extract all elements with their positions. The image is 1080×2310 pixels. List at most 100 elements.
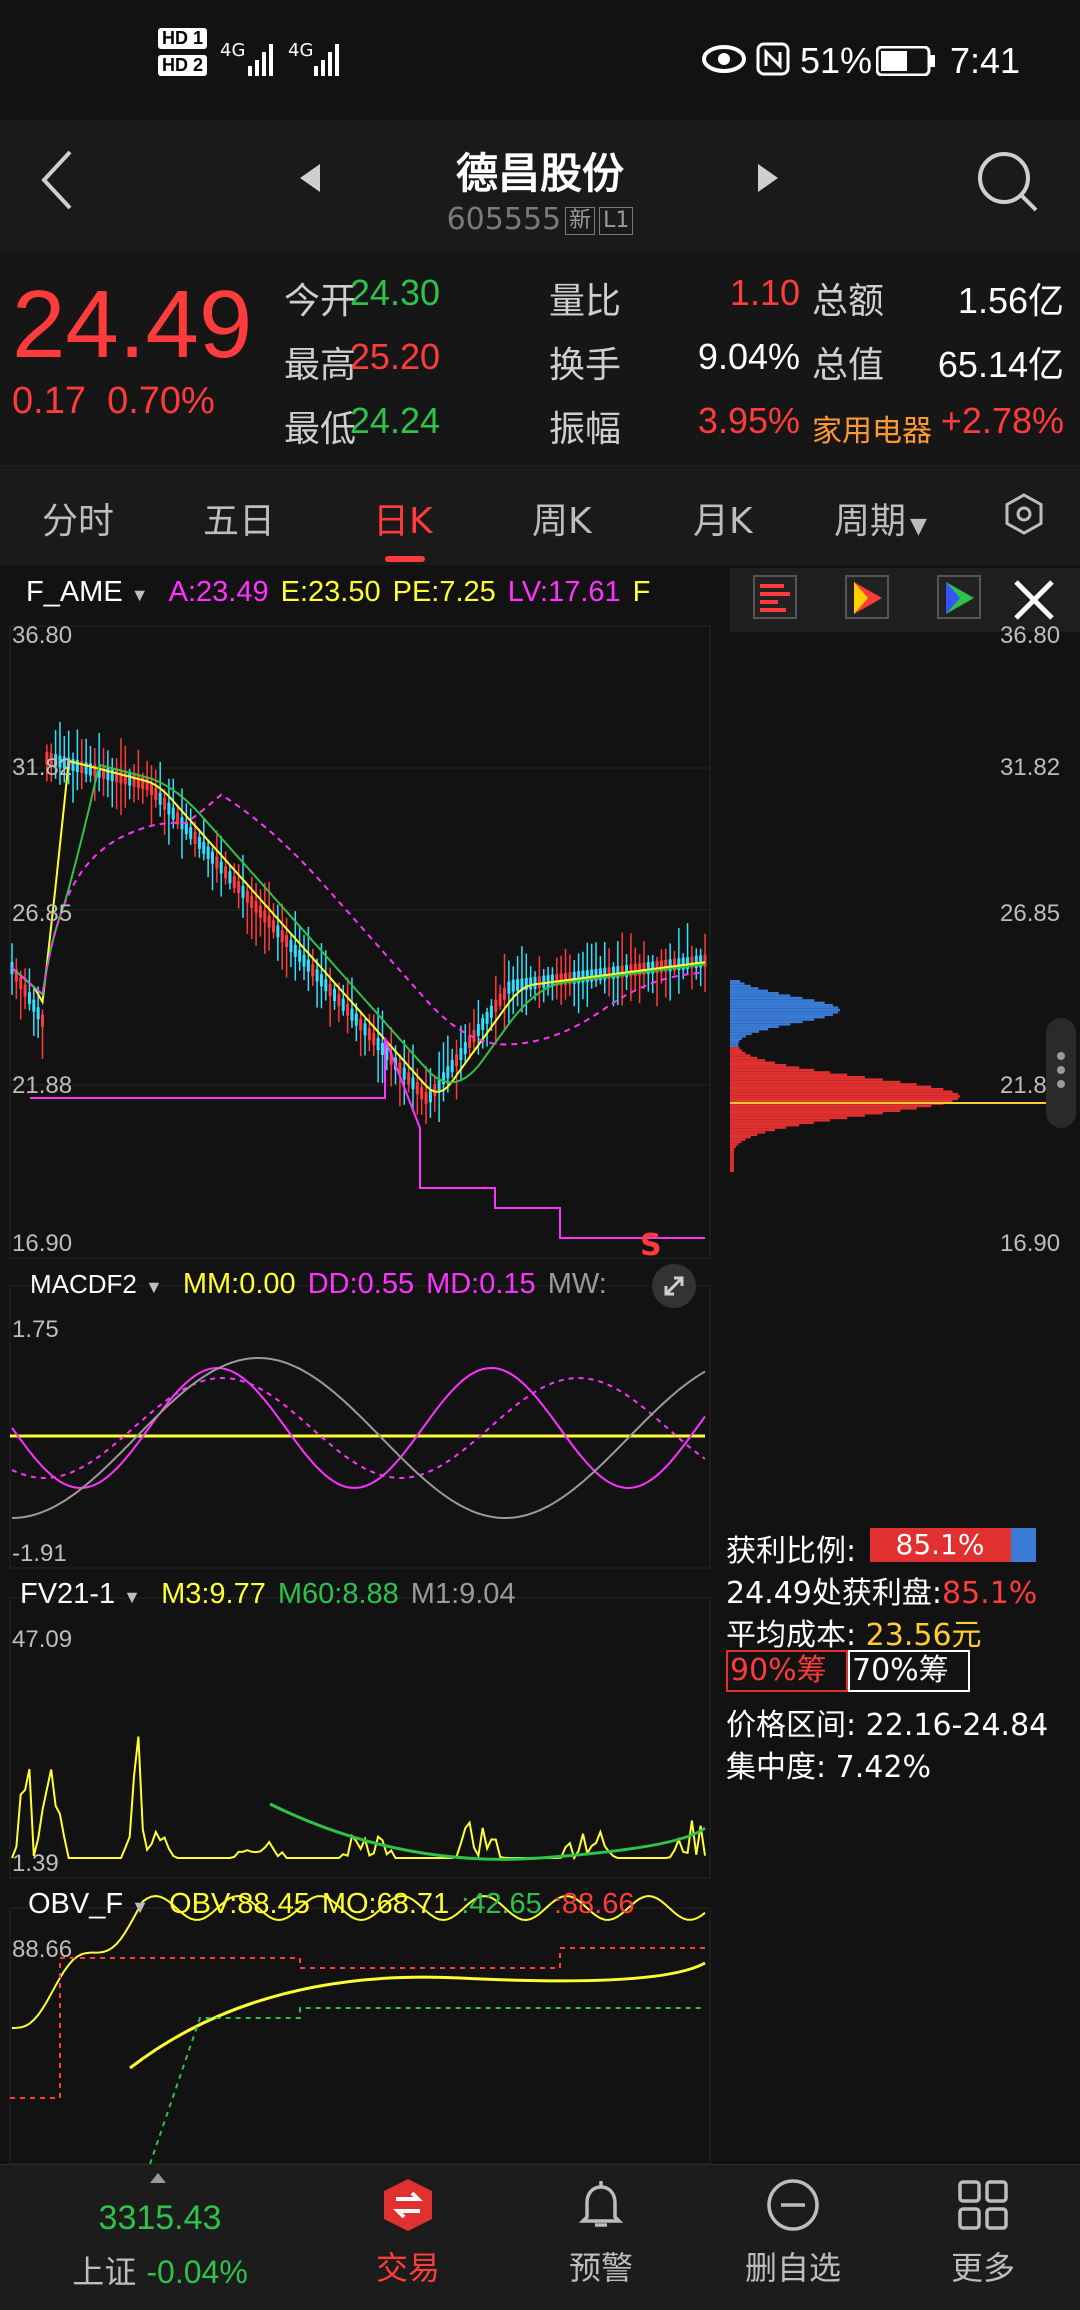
chip-70-button[interactable]: 70%筹 [848, 1650, 970, 1692]
obv-green-line [149, 2007, 705, 2164]
fv-y-tick: 1.39 [12, 1850, 59, 1877]
chip-bar [730, 1061, 775, 1064]
candle-body [272, 920, 276, 933]
quote-grid: 今开 24.30 量比 1.10 总额 1.56亿 最高 25.20 换手 9.04% 总值 65.1… [0, 250, 1080, 465]
candle-body [267, 915, 271, 928]
chip-bar [730, 982, 745, 985]
chip-bar [730, 1169, 734, 1172]
chip-y-tick: 16.90 [1000, 1230, 1061, 1257]
chip-90-button[interactable]: 90%筹 [726, 1650, 848, 1692]
indicator-param: :88.66 [553, 1888, 635, 1920]
chip-bar [730, 1047, 740, 1050]
candle-body [189, 827, 193, 840]
candle-body [115, 770, 119, 783]
candle-body [232, 876, 236, 889]
chip-green-flag-icon[interactable] [936, 574, 982, 620]
settings-hexagon-icon[interactable] [1002, 492, 1046, 536]
ma-line-mid [11, 763, 706, 1084]
quote-value: 24.30 [349, 272, 440, 313]
chip-bar [730, 1056, 758, 1060]
candle-body [280, 930, 284, 943]
battery-percent: 51% [800, 40, 873, 81]
main-indicator-header[interactable]: F_AME ▼ A:23.49 E:23.50 PE:7.25 LV:17.61 F [26, 576, 650, 609]
chip-bar [730, 1116, 848, 1120]
candle-body [93, 764, 97, 777]
active-tab-indicator [385, 556, 425, 562]
chip-bar [730, 1052, 746, 1055]
chip-bar [730, 1092, 959, 1096]
candle-body [481, 1017, 485, 1030]
candle-body [237, 881, 241, 894]
concentration-value: 7.42% [835, 1750, 931, 1785]
chip-bar [730, 1030, 760, 1033]
network-label-2: 4G [288, 40, 314, 61]
concentration-row: 集中度: 7.42% [726, 1742, 931, 1786]
candle-body [102, 766, 106, 779]
tab-weekly-k[interactable]: 周K [532, 492, 592, 544]
candle-body [324, 979, 328, 992]
candle-body [132, 774, 136, 787]
bottom-nav: 3315.43 上证 -0.04% 交易 预警 删自选 更多 [0, 2164, 1080, 2310]
chip-bar [730, 1025, 779, 1028]
candle-body [516, 979, 520, 992]
candle-body [376, 1038, 380, 1051]
fv-indicator-header[interactable]: FV21-1 ▼ M3:9.77 M60:8.88 M1:9.04 [20, 1578, 516, 1611]
chip-bar [730, 1162, 734, 1165]
close-icon[interactable] [1010, 576, 1058, 624]
hd1-badge: HD 1 [158, 28, 208, 49]
candle-body [463, 1042, 467, 1055]
expand-up-icon[interactable] [148, 2171, 168, 2185]
tab-five-day[interactable]: 五日 [203, 492, 275, 544]
obv-indicator-header[interactable]: OBV_F ▼ OBV:88.45 MO:68.71:42.65:88.66 [28, 1888, 634, 1921]
stock-code: 605555 [446, 202, 562, 237]
candle-body [19, 977, 23, 990]
macd-indicator-header[interactable]: MACDF2 ▼ MM:0.00 DD:0.55 MD:0.15 MW: [30, 1268, 607, 1301]
index-line[interactable]: 上证 -0.04% [40, 2247, 280, 2293]
chip-bar [730, 987, 759, 990]
search-icon[interactable] [976, 150, 1040, 214]
chip-bar [730, 1044, 739, 1048]
candle-body [341, 998, 345, 1011]
tab-monthly-k[interactable]: 月K [693, 492, 753, 544]
chip-list-icon[interactable] [752, 574, 798, 620]
candle-body [171, 807, 175, 820]
indicator-charts[interactable] [0, 568, 720, 2164]
candle-body [476, 1023, 480, 1036]
chevron-down-icon: ▼ [131, 1897, 149, 1917]
nav-alert[interactable]: 预警 [536, 2177, 666, 2289]
tab-daily-k[interactable]: 日K [373, 492, 433, 544]
candle-body [311, 964, 315, 977]
indicator-param: DD:0.55 [307, 1268, 415, 1300]
macd-md-line [11, 1376, 706, 1480]
tab-intraday[interactable]: 分时 [42, 492, 114, 544]
candle-body [350, 1008, 354, 1021]
chevron-down-icon: ▼ [123, 1587, 141, 1607]
tab-period[interactable]: 周期 ▼ [834, 492, 927, 544]
next-stock-icon[interactable] [756, 162, 780, 194]
nav-trade[interactable]: 交易 [343, 2177, 473, 2289]
candle-body [250, 895, 254, 908]
candle-body [254, 900, 258, 913]
macd-y-tick: 1.75 [12, 1316, 59, 1343]
chip-red-flag-icon[interactable] [844, 574, 890, 620]
chip-bar [730, 1020, 803, 1024]
candle-body [380, 1042, 384, 1055]
nav-more[interactable]: 更多 [918, 2177, 1048, 2289]
candle-body [298, 949, 302, 962]
ma-line-short [11, 759, 706, 1093]
side-drawer-handle[interactable] [1046, 1018, 1076, 1128]
macd-indicator-params: MM:0.00 DD:0.55 MD:0.15 MW: [171, 1268, 607, 1300]
chip-bar [730, 1152, 734, 1156]
pane-frame [9, 1597, 711, 1879]
expand-icon[interactable] [652, 1264, 696, 1308]
price-range-row: 价格区间: 22.16-24.84 [726, 1700, 1048, 1744]
index-value[interactable]: 3315.43 [60, 2199, 260, 2238]
candle-body [372, 1033, 376, 1046]
chip-y-tick: 36.80 [1000, 622, 1061, 649]
candle-body [363, 1023, 367, 1036]
chip-bar [730, 1080, 901, 1084]
nav-remove-watchlist[interactable]: 删自选 [728, 2177, 858, 2289]
candle-body [346, 1003, 350, 1016]
chip-bar [730, 1140, 742, 1144]
chip-bar [730, 1042, 739, 1045]
